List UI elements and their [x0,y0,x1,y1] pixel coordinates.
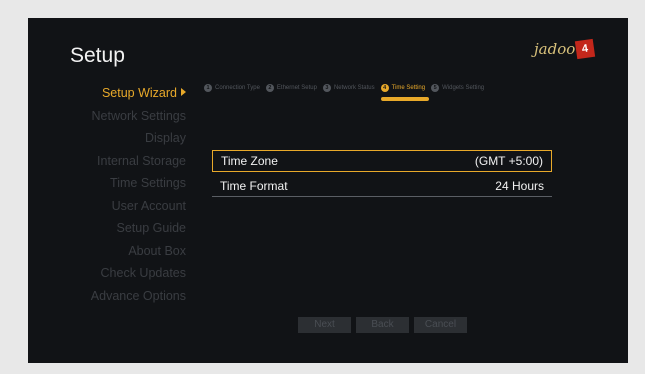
step-label: Time Setting [391,85,426,91]
wizard-step-widgets-setting: 5 Widgets Setting [431,84,484,92]
step-number: 3 [322,84,331,92]
cancel-button[interactable]: Cancel [414,317,467,333]
sidebar-item-display[interactable]: Display [78,127,186,150]
sidebar-item-network-settings[interactable]: Network Settings [78,105,186,128]
sidebar-item-advance-options[interactable]: Advance Options [78,285,186,308]
sidebar-item-setup-wizard[interactable]: Setup Wizard [78,82,186,105]
logo-badge: 4 [574,38,596,60]
wizard-buttons: Next Back Cancel [298,317,472,333]
next-button[interactable]: Next [298,317,351,333]
sidebar-item-internal-storage[interactable]: Internal Storage [78,150,186,173]
step-label: Ethernet Setup [276,85,317,91]
active-step-indicator [380,97,430,101]
wizard-step-time-setting: 4 Time Setting [380,84,430,101]
jadoo-logo: jadoo 4 [534,38,596,64]
step-label: Network Status [333,85,375,91]
caret-right-icon [181,88,186,96]
logo-text: jadoo [534,40,576,58]
setup-screen: Setup jadoo 4 Setup Wizard Network Setti… [28,18,628,363]
time-settings-list: Time Zone (GMT +5:00) Time Format 24 Hou… [212,150,552,197]
step-number: 4 [380,84,389,92]
step-label: Widgets Setting [442,85,485,91]
page-title: Setup [70,44,125,67]
setting-label: Time Format [220,178,288,193]
settings-sidebar: Setup Wizard Network Settings Display In… [78,82,186,307]
step-number: 5 [431,84,440,92]
setting-value: (GMT +5:00) [474,154,543,168]
wizard-steps: 1 Connection Type 2 Ethernet Setup 3 Net… [204,84,490,101]
setting-value: 24 Hours [495,178,544,193]
wizard-step-network-status: 3 Network Status [322,84,375,92]
time-zone-row[interactable]: Time Zone (GMT +5:00) [212,150,552,172]
sidebar-item-time-settings[interactable]: Time Settings [78,172,186,195]
sidebar-item-about-box[interactable]: About Box [78,240,186,263]
sidebar-item-setup-guide[interactable]: Setup Guide [78,217,187,240]
sidebar-item-label: Setup Wizard [101,86,177,100]
sidebar-item-check-updates[interactable]: Check Updates [78,262,186,285]
wizard-step-connection-type: 1 Connection Type [204,84,260,92]
back-button[interactable]: Back [356,317,409,333]
sidebar-item-user-account[interactable]: User Account [78,195,186,218]
step-number: 1 [204,84,212,92]
step-number: 2 [265,84,274,92]
time-format-row[interactable]: Time Format 24 Hours [212,175,552,197]
wizard-step-ethernet-setup: 2 Ethernet Setup [265,84,317,92]
step-label: Connection Type [215,85,260,91]
setting-label: Time Zone [221,154,278,168]
tv-frame: Setup jadoo 4 Setup Wizard Network Setti… [0,0,645,374]
